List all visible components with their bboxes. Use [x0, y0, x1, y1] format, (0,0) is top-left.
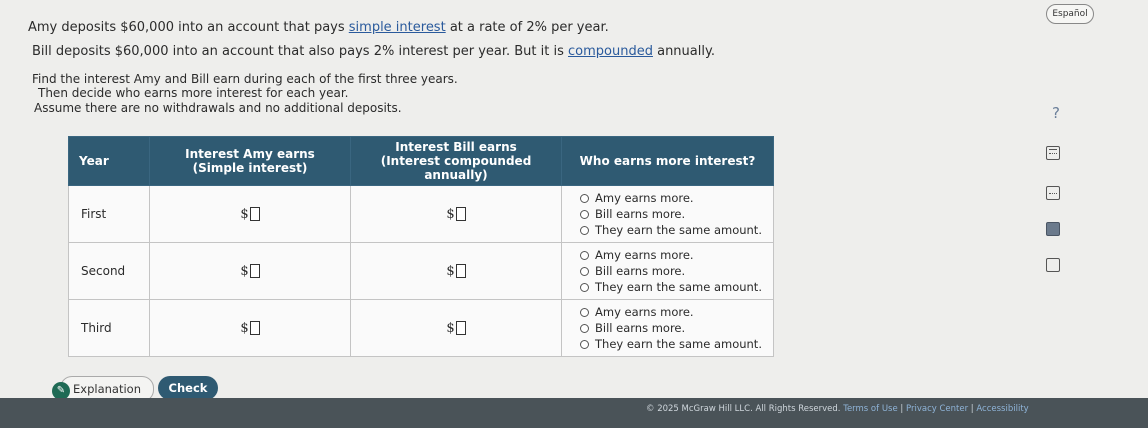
radio-option[interactable]: Amy earns more.: [580, 304, 773, 320]
question-text: Bill deposits $60,000 into an account th…: [32, 44, 569, 59]
check-button[interactable]: Check: [158, 376, 218, 400]
question-text: at a rate of 2% per year.: [445, 20, 609, 35]
option-label: Bill earns more.: [595, 207, 686, 221]
who-options: Amy earns more. Bill earns more. They ea…: [561, 242, 774, 300]
radio-button[interactable]: [580, 209, 589, 219]
option-label: Amy earns more.: [595, 191, 694, 205]
radio-button[interactable]: [580, 250, 589, 260]
amy-cell: $: [149, 185, 351, 243]
question-line-1: Amy deposits $60,000 into an account tha…: [28, 20, 609, 35]
copyright-text: © 2025 McGraw Hill LLC. All Rights Reser…: [646, 404, 841, 414]
currency-symbol: $: [446, 320, 455, 336]
currency-symbol: $: [240, 206, 249, 222]
option-label: They earn the same amount.: [595, 280, 762, 294]
amy-interest-input-year1[interactable]: [249, 207, 260, 221]
bill-interest-input-year3[interactable]: [455, 321, 466, 335]
bill-cell: $: [350, 299, 562, 357]
option-label: Bill earns more.: [595, 264, 686, 278]
header-amy-title: Interest Amy earns: [185, 147, 315, 161]
radio-button[interactable]: [580, 225, 589, 235]
header-amy-subtitle: (Simple interest): [192, 161, 308, 175]
amy-interest-input-year2[interactable]: [249, 264, 260, 278]
radio-button[interactable]: [580, 307, 589, 317]
option-label: Bill earns more.: [595, 321, 686, 335]
table-row: Third $ $ Amy earns more. Bill earns mor…: [68, 299, 774, 357]
question-text: Amy deposits $60,000 into an account tha…: [28, 20, 349, 35]
bill-cell: $: [350, 185, 562, 243]
table-row: Second $ $ Amy earns more. Bill earns mo…: [68, 242, 774, 300]
terms-link[interactable]: Terms of Use: [843, 404, 898, 414]
row-year-label: Third: [68, 299, 150, 357]
option-label: They earn the same amount.: [595, 337, 762, 351]
header-amy: Interest Amy earns (Simple interest): [149, 136, 351, 186]
data-tool-icon[interactable]: [1046, 186, 1060, 200]
who-options: Amy earns more. Bill earns more. They ea…: [561, 299, 774, 357]
question-text: annually.: [652, 44, 715, 59]
instruction-line-1: Find the interest Amy and Bill earn duri…: [32, 72, 458, 86]
radio-option[interactable]: Bill earns more.: [580, 263, 773, 279]
bill-interest-input-year2[interactable]: [455, 264, 466, 278]
interest-table: Year Interest Amy earns (Simple interest…: [68, 136, 774, 357]
radio-button[interactable]: [580, 282, 589, 292]
radio-option[interactable]: Amy earns more.: [580, 247, 773, 263]
radio-option[interactable]: They earn the same amount.: [580, 279, 773, 295]
radio-option[interactable]: Amy earns more.: [580, 190, 773, 206]
header-bill: Interest Bill earns (Interest compounded…: [350, 136, 562, 186]
header-year: Year: [68, 136, 150, 186]
compounded-link[interactable]: compounded: [568, 44, 653, 59]
radio-button[interactable]: [580, 193, 589, 203]
header-bill-title: Interest Bill earns: [395, 140, 517, 154]
radio-button[interactable]: [580, 266, 589, 276]
who-options: Amy earns more. Bill earns more. They ea…: [561, 185, 774, 243]
currency-symbol: $: [446, 206, 455, 222]
header-who: Who earns more interest?: [561, 136, 774, 186]
bill-cell: $: [350, 242, 562, 300]
text-tool-icon[interactable]: [1046, 222, 1060, 236]
simple-interest-link[interactable]: simple interest: [349, 20, 446, 35]
currency-symbol: $: [446, 263, 455, 279]
help-icon[interactable]: ?: [1052, 104, 1060, 122]
privacy-link[interactable]: Privacy Center: [906, 404, 968, 414]
radio-option[interactable]: They earn the same amount.: [580, 336, 773, 352]
language-toggle-button[interactable]: Español: [1046, 4, 1094, 24]
table-row: First $ $ Amy earns more. Bill earns mor…: [68, 185, 774, 243]
radio-option[interactable]: Bill earns more.: [580, 320, 773, 336]
radio-option[interactable]: Bill earns more.: [580, 206, 773, 222]
header-bill-subtitle: (Interest compounded annually): [380, 154, 532, 182]
option-label: They earn the same amount.: [595, 223, 762, 237]
option-label: Amy earns more.: [595, 248, 694, 262]
amy-cell: $: [149, 299, 351, 357]
row-year-label: Second: [68, 242, 150, 300]
currency-symbol: $: [240, 263, 249, 279]
amy-interest-input-year3[interactable]: [249, 321, 260, 335]
accessibility-link[interactable]: Accessibility: [976, 404, 1028, 414]
currency-symbol: $: [240, 320, 249, 336]
calculator-icon[interactable]: [1046, 146, 1060, 160]
radio-button[interactable]: [580, 339, 589, 349]
question-line-2: Bill deposits $60,000 into an account th…: [32, 44, 715, 59]
instruction-line-3: Assume there are no withdrawals and no a…: [34, 101, 402, 115]
instruction-line-2: Then decide who earns more interest for …: [38, 86, 349, 100]
amy-cell: $: [149, 242, 351, 300]
radio-button[interactable]: [580, 323, 589, 333]
footer: © 2025 McGraw Hill LLC. All Rights Reser…: [646, 404, 1029, 414]
bill-interest-input-year1[interactable]: [455, 207, 466, 221]
row-year-label: First: [68, 185, 150, 243]
message-icon[interactable]: [1046, 258, 1060, 272]
radio-option[interactable]: They earn the same amount.: [580, 222, 773, 238]
option-label: Amy earns more.: [595, 305, 694, 319]
